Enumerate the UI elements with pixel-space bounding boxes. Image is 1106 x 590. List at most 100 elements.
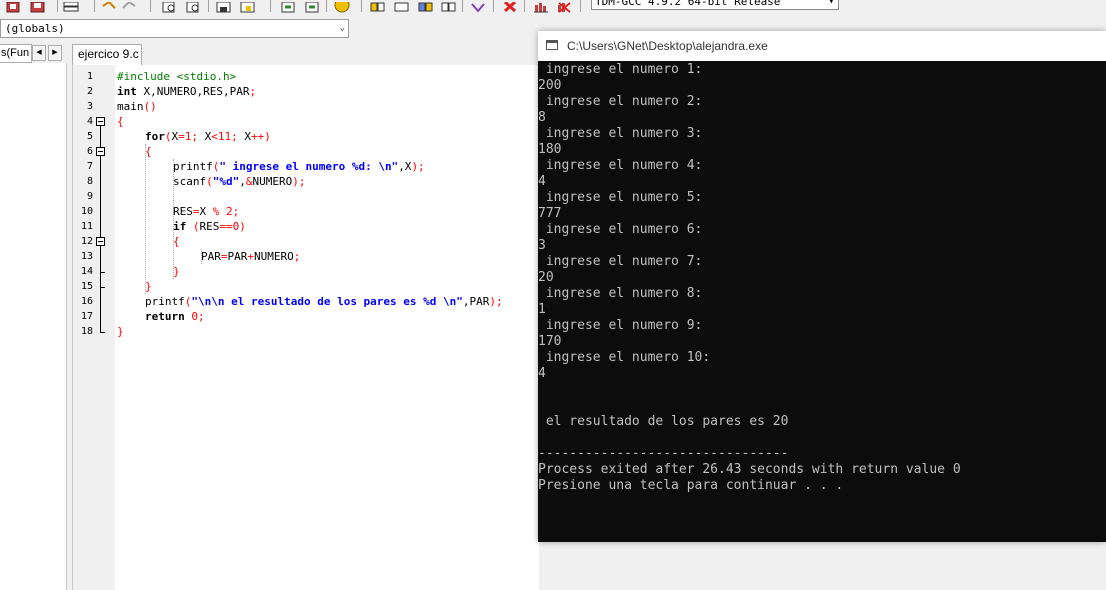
line-number: 5 — [86, 131, 93, 142]
console-line: 170 — [538, 334, 562, 349]
line-number-gutter: 1 2 3 4 5 6 7 8 9 10 11 12 13 14 15 16 1… — [73, 65, 115, 590]
code-line: printf("\n\n el resultado de los pares e… — [145, 295, 503, 308]
chevron-down-icon: ⌄ — [339, 23, 345, 33]
left-panel-tab-label: s(Fun — [1, 47, 30, 59]
scroll-left-icon[interactable]: ◀ — [32, 45, 46, 61]
console-line: ingrese el numero 2: — [538, 94, 703, 109]
console-line: el resultado de los pares es 20 — [538, 414, 789, 429]
line-number: 4 — [86, 116, 93, 127]
line-number: 13 — [80, 251, 93, 262]
editor-tab[interactable]: ejercico 9.c — [72, 44, 142, 65]
console-line: 777 — [538, 206, 562, 221]
left-panel-tab[interactable]: s(Fun — [0, 44, 32, 63]
indent-guide — [145, 144, 146, 294]
line-number: 10 — [80, 206, 93, 217]
console-line: 20 — [538, 270, 554, 285]
line-number: 8 — [86, 176, 93, 187]
toolbar: TDM-GCC 4.9.2 64-bit Release ▼ — [0, 0, 1106, 16]
rebuild-icon[interactable] — [63, 0, 79, 12]
code-line: PAR=PAR+NUMERO; — [201, 250, 301, 263]
scroll-right-icon[interactable]: ▶ — [48, 45, 62, 61]
console-line: ingrese el numero 10: — [538, 350, 711, 365]
code-line: scanf("%d",&NUMERO); — [173, 175, 306, 188]
delete-chart-icon[interactable] — [556, 0, 572, 13]
bookmark-icon[interactable] — [305, 0, 321, 13]
code-line: if (RES==0) — [173, 220, 246, 233]
console-line: ingrese el numero 1: — [538, 62, 703, 77]
compiler-select[interactable]: TDM-GCC 4.9.2 64-bit Release ▼ — [591, 0, 839, 10]
fold-line — [100, 272, 101, 287]
console-line: Presione una tecla para continuar . . . — [538, 478, 844, 493]
console-line: -------------------------------- — [538, 446, 789, 461]
fold-line — [100, 287, 101, 332]
console-line: 3 — [538, 238, 546, 253]
console-title: C:\Users\GNet\Desktop\alejandra.exe — [567, 39, 768, 53]
code-editor[interactable]: 1 2 3 4 5 6 7 8 9 10 11 12 13 14 15 16 1… — [72, 65, 539, 590]
console-title-bar[interactable]: C:\Users\GNet\Desktop\alejandra.exe — [538, 31, 1106, 61]
console-line: ingrese el numero 5: — [538, 190, 703, 205]
editor-tab-label: ejercico 9.c — [78, 47, 139, 61]
console-line: 1 — [538, 302, 546, 317]
class-icon[interactable] — [470, 0, 486, 13]
line-number: 15 — [80, 281, 93, 292]
globals-value: (globals) — [5, 22, 65, 35]
console-line: ingrese el numero 7: — [538, 254, 703, 269]
console-window[interactable]: C:\Users\GNet\Desktop\alejandra.exe ingr… — [538, 31, 1106, 542]
console-line: 4 — [538, 174, 546, 189]
stop-icon[interactable] — [502, 0, 518, 13]
undo-icon[interactable] — [101, 0, 117, 11]
code-line: main() — [117, 100, 157, 113]
console-line: ingrese el numero 4: — [538, 158, 703, 173]
code-line: { — [173, 235, 180, 248]
fold-line — [100, 126, 101, 148]
line-number: 18 — [80, 326, 93, 337]
run-icon[interactable] — [30, 0, 46, 13]
code-line: return 0; — [145, 310, 205, 323]
fold-toggle-icon[interactable] — [96, 117, 105, 126]
new-icon[interactable] — [240, 0, 256, 13]
layout2-icon[interactable] — [394, 0, 410, 12]
console-output[interactable]: ingrese el numero 1: 200 ingrese el nume… — [538, 61, 1106, 542]
console-line: ingrese el numero 6: — [538, 222, 703, 237]
code-line: { — [145, 145, 152, 158]
redo-icon[interactable] — [121, 0, 137, 11]
console-line: 4 — [538, 366, 546, 381]
code-line: { — [117, 115, 124, 128]
fold-toggle-icon[interactable] — [96, 147, 105, 156]
console-line: ingrese el numero 8: — [538, 286, 703, 301]
compile-icon[interactable] — [6, 0, 22, 13]
chart-icon[interactable] — [533, 0, 549, 13]
console-line: 200 — [538, 78, 562, 93]
find-icon[interactable] — [162, 0, 178, 13]
code-line: int X,NUMERO,RES,PAR; — [117, 85, 257, 98]
layout4-icon[interactable] — [441, 0, 457, 12]
line-number: 3 — [86, 101, 93, 112]
fold-end — [100, 332, 105, 333]
chevron-down-icon: ▼ — [828, 0, 834, 6]
layout-icon[interactable] — [370, 0, 386, 12]
line-number: 2 — [86, 86, 93, 97]
class-browser-panel — [0, 63, 67, 590]
code-line: printf(" ingrese el numero %d: \n",X); — [173, 160, 425, 173]
fold-line — [100, 246, 101, 272]
console-app-icon — [546, 40, 558, 50]
line-number: 17 — [80, 311, 93, 322]
save-icon[interactable] — [216, 0, 232, 13]
code-text-area[interactable]: #include <stdio.h> int X,NUMERO,RES,PAR;… — [115, 65, 539, 590]
line-number: 7 — [86, 161, 93, 172]
code-line: } — [173, 265, 180, 278]
code-line: #include <stdio.h> — [117, 70, 237, 83]
goto-icon[interactable] — [281, 0, 297, 13]
replace-icon[interactable] — [186, 0, 202, 13]
code-line: } — [117, 325, 124, 338]
line-number: 6 — [86, 146, 93, 157]
fold-toggle-icon[interactable] — [96, 237, 105, 246]
console-line: ingrese el numero 3: — [538, 126, 703, 141]
console-line: 8 — [538, 110, 546, 125]
layout3-icon[interactable] — [418, 0, 434, 12]
line-number: 12 — [80, 236, 93, 247]
console-line: Process exited after 26.43 seconds with … — [538, 462, 961, 477]
globals-combobox[interactable]: (globals) ⌄ — [0, 19, 349, 38]
smiley-icon[interactable] — [334, 0, 350, 13]
left-panel-tabs: s(Fun ◀ ▶ — [0, 44, 66, 63]
